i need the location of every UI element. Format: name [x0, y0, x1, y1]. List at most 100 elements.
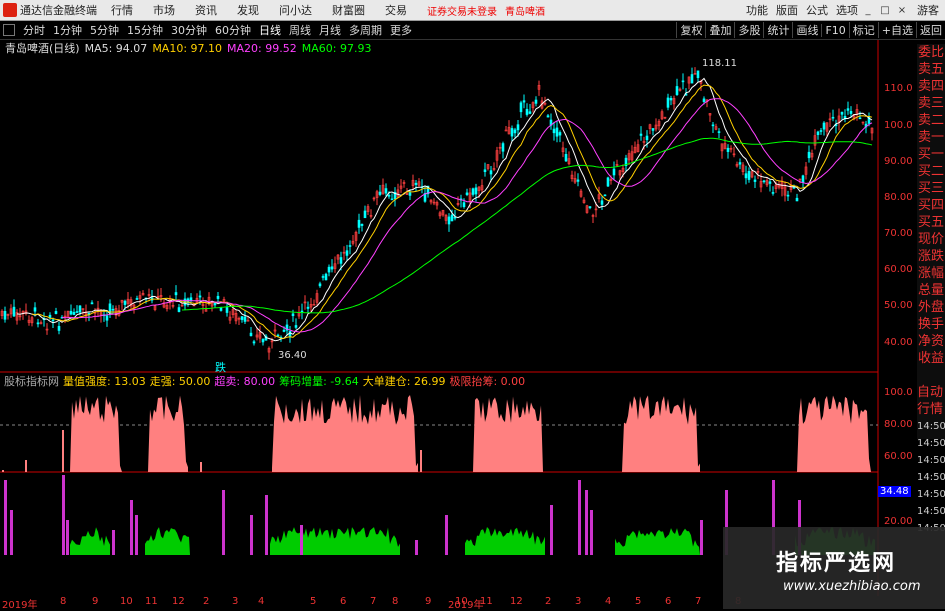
indicator-block	[70, 395, 122, 472]
candle-body	[549, 119, 553, 126]
tab-timeframe[interactable]: 周线	[289, 22, 311, 38]
candle-body	[444, 214, 448, 221]
tab-timeframe[interactable]: 30分钟	[171, 22, 207, 38]
watermark-url: www.xuezhibiao.com	[783, 579, 921, 594]
tab-timeframe[interactable]: 分时	[23, 22, 45, 38]
ma-line-10	[31, 84, 873, 339]
candle-body	[438, 212, 442, 217]
candle-body	[513, 129, 517, 134]
candle-body	[66, 310, 70, 319]
side-label[interactable]: 行情	[917, 401, 945, 418]
candle-body	[657, 120, 661, 127]
candle-body	[261, 338, 265, 343]
candle-body	[618, 170, 622, 176]
tool-button[interactable]: 画线	[792, 22, 821, 38]
menu-item[interactable]: 选项	[836, 2, 858, 18]
menu-item[interactable]: 市场	[153, 2, 175, 18]
login-warning[interactable]: 证券交易未登录	[427, 3, 497, 18]
stock-name: 青岛啤酒(日线)	[5, 42, 80, 55]
tool-button[interactable]: 标记	[848, 22, 878, 38]
candle-body	[354, 231, 358, 241]
menu-item[interactable]: 功能	[746, 2, 768, 18]
candle-body	[348, 245, 352, 247]
menu-item[interactable]: 资讯	[195, 2, 217, 18]
candle-body	[138, 295, 142, 299]
tool-button[interactable]: 返回	[916, 22, 945, 38]
menu-item[interactable]: 发现	[237, 2, 259, 18]
date-tick: 5	[310, 596, 317, 607]
candle-body	[867, 116, 871, 124]
candle-body	[480, 185, 484, 191]
tab-timeframe[interactable]: 月线	[319, 22, 341, 38]
candle-body	[252, 341, 256, 344]
candle-body	[531, 102, 535, 109]
candle-body	[408, 192, 412, 196]
candle-body	[564, 154, 568, 162]
candle-body	[6, 313, 10, 316]
date-tick: 8	[392, 596, 399, 607]
tab-timeframe[interactable]: 多周期	[349, 22, 382, 38]
candle-body	[48, 314, 52, 319]
candle-body	[483, 169, 487, 173]
menu-item[interactable]: 公式	[806, 2, 828, 18]
candle-body	[636, 144, 640, 152]
tool-button[interactable]: 统计	[763, 22, 792, 38]
tool-button[interactable]: F10	[821, 23, 848, 37]
tab-timeframe[interactable]: 5分钟	[90, 22, 119, 38]
indicator-bar	[200, 462, 202, 472]
menu-item[interactable]: 版面	[776, 2, 798, 18]
candle-body	[669, 98, 673, 101]
candle-body	[198, 295, 202, 298]
tab-timeframe[interactable]: 1分钟	[53, 22, 82, 38]
side-label[interactable]: 自动	[917, 384, 945, 401]
tab-timeframe[interactable]: 60分钟	[215, 22, 251, 38]
candle-body	[621, 167, 625, 172]
menu-item[interactable]: 问小达	[279, 2, 312, 18]
indicator-bar	[420, 450, 422, 472]
maximize-icon[interactable]: □	[878, 3, 892, 17]
volume-spike	[265, 495, 268, 555]
price-tick: 50.00	[884, 300, 913, 311]
candle-body	[645, 135, 649, 141]
candle-body	[147, 294, 151, 296]
menu-item[interactable]: 行情	[111, 2, 133, 18]
candle-body	[246, 319, 250, 322]
tool-button[interactable]: 叠加	[705, 22, 734, 38]
candle-body	[312, 303, 316, 306]
candle-body	[798, 178, 802, 181]
ma60-value: MA60: 97.93	[301, 41, 372, 55]
candle-body	[411, 179, 415, 187]
candle-body	[675, 86, 679, 95]
tab-timeframe[interactable]: 15分钟	[127, 22, 163, 38]
tool-button[interactable]: 复权	[676, 22, 705, 38]
tab-timeframe[interactable]: 更多	[390, 22, 412, 38]
indicator-c: 超卖: 80.00	[214, 375, 276, 388]
guest-label[interactable]: 游客	[917, 2, 939, 18]
minimize-icon[interactable]: _	[861, 3, 875, 17]
close-icon[interactable]: ×	[895, 3, 909, 17]
candle-body	[429, 199, 433, 203]
candle-body	[186, 298, 190, 304]
candle-body	[117, 309, 121, 316]
layout-toggle-icon[interactable]	[3, 24, 15, 36]
menu-item[interactable]: 交易	[385, 2, 407, 18]
candle-body	[258, 331, 262, 339]
side-label: 卖四	[917, 79, 944, 94]
candle-body	[168, 298, 172, 304]
volume-spike	[445, 515, 448, 555]
date-tick: 3	[575, 596, 582, 607]
side-time: 14:50	[917, 438, 945, 449]
candle-body	[684, 93, 688, 96]
candle-body	[87, 312, 91, 315]
timeframe-toolbar: 分时 1分钟 5分钟 15分钟 30分钟 60分钟 日线 周线 月线 多周期 更…	[0, 21, 945, 40]
candle-body	[579, 190, 583, 197]
tool-button[interactable]: 多股	[734, 22, 763, 38]
menu-item[interactable]: 财富圈	[332, 2, 365, 18]
candle-body	[384, 188, 388, 194]
volume-spike	[585, 490, 588, 555]
tab-timeframe-active[interactable]: 日线	[259, 22, 281, 38]
candlestick-chart[interactable]	[0, 0, 945, 609]
tool-button[interactable]: +自选	[877, 22, 916, 38]
volume-spike	[130, 500, 133, 555]
candle-body	[495, 150, 499, 161]
